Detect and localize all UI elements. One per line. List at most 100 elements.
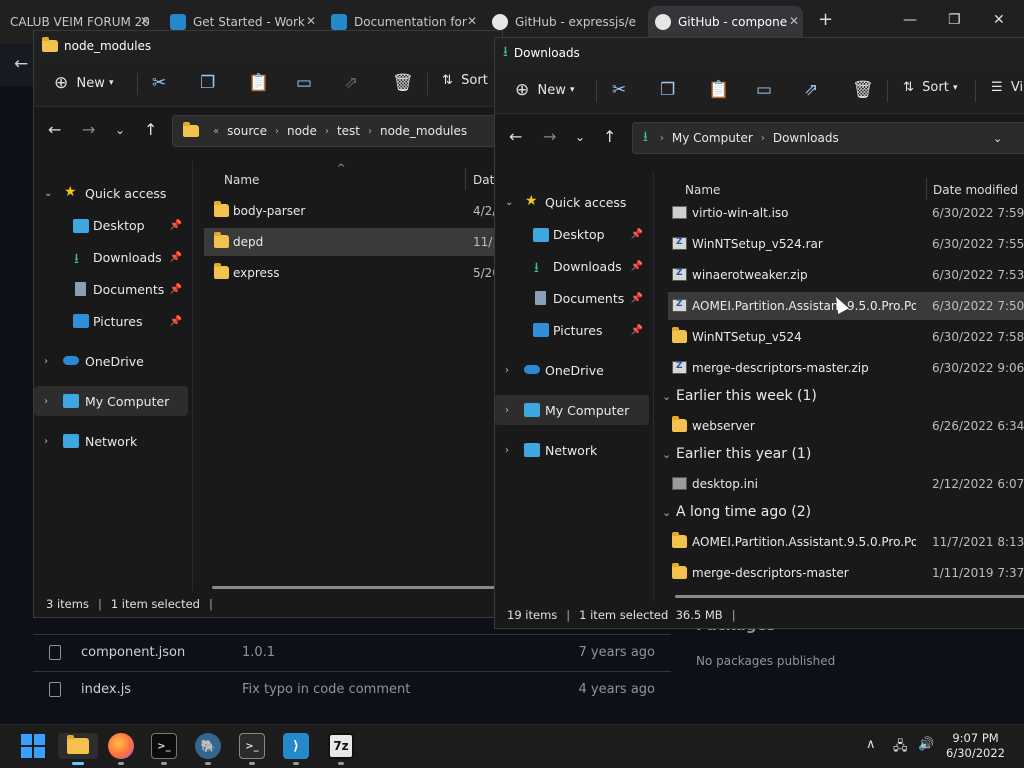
vscode-icon[interactable]: ⟩ (283, 733, 309, 759)
breadcrumb-item[interactable]: Downloads (773, 131, 839, 145)
explorer-window-downloads[interactable]: ⭳ Downloads ⊕ New ▾ ✂ ❐ 📋 ▭ ⇗ 🗑 ⇅ Sort ▾… (494, 37, 1024, 629)
chevron-right-icon[interactable]: › (275, 126, 279, 137)
paste-icon[interactable]: 📋 (708, 80, 729, 100)
new-button[interactable]: ⊕ New ▾ (54, 73, 114, 93)
postgresql-icon[interactable]: 🐘 (195, 733, 221, 759)
share-icon[interactable]: ⇗ (344, 73, 358, 93)
file-row[interactable]: desktop.ini 2/12/2022 6:07 PM (668, 470, 1024, 498)
sort-button[interactable]: ⇅ Sort (442, 73, 488, 88)
browser-tab-5[interactable]: GitHub - compone ✕ (648, 6, 803, 38)
recent-locations-chevron-icon[interactable]: ⌄ (575, 130, 585, 144)
minimize-button[interactable]: — (903, 12, 917, 28)
back-arrow-icon[interactable]: ← (509, 127, 522, 146)
new-button[interactable]: ⊕ New ▾ (515, 80, 575, 100)
horizontal-scrollbar[interactable] (675, 595, 1024, 598)
file-row[interactable]: AOMEI.Partition.Assistant.9.5.0.Pro.Port… (668, 528, 1024, 556)
pin-icon[interactable]: 📌 (170, 252, 182, 263)
breadcrumb-item[interactable]: source (227, 124, 267, 138)
cut-icon[interactable]: ✂ (612, 80, 626, 100)
nav-item-network[interactable]: › Network (34, 426, 188, 456)
file-row[interactable]: express 5/20 (204, 259, 502, 287)
group-header-long-time-ago[interactable]: ⌄ A long time ago (2) (654, 500, 1024, 528)
overflow-chevron-icon[interactable]: « (213, 126, 219, 137)
nav-item-desktop[interactable]: Desktop 📌 (34, 210, 188, 240)
file-row[interactable]: WinNTSetup_v524 6/30/2022 7:58 PM (668, 323, 1024, 351)
chevron-right-icon[interactable]: › (44, 356, 48, 367)
explorer-window-node-modules[interactable]: node_modules ⊕ New ▾ ✂ ❐ 📋 ▭ ⇗ 🗑 ⇅ Sort … (33, 30, 503, 618)
group-header-earlier-this-week[interactable]: ⌄ Earlier this week (1) (654, 384, 1024, 412)
file-row[interactable]: merge-descriptors-master 1/11/2019 7:37 … (668, 559, 1024, 587)
table-row[interactable]: component.json 1.0.1 7 years ago (33, 634, 671, 671)
group-header-earlier-this-year[interactable]: ⌄ Earlier this year (1) (654, 442, 1024, 470)
column-header-name[interactable]: ^ Name (224, 163, 464, 193)
pin-icon[interactable]: 📌 (631, 293, 643, 304)
forward-arrow-icon[interactable]: → (82, 120, 95, 139)
sevenzip-icon[interactable]: 7z (328, 733, 354, 759)
nav-item-quick-access[interactable]: ⌄ ★ Quick access (34, 178, 188, 208)
column-divider[interactable] (926, 178, 927, 200)
chevron-right-icon[interactable]: › (505, 445, 509, 456)
maximize-button[interactable]: ❐ (948, 12, 961, 28)
chevron-right-icon[interactable]: › (505, 405, 509, 416)
nav-item-onedrive[interactable]: › OneDrive (495, 355, 649, 385)
nav-item-pictures[interactable]: Pictures 📌 (34, 306, 188, 336)
pin-icon[interactable]: 📌 (170, 284, 182, 295)
paste-icon[interactable]: 📋 (248, 73, 269, 93)
chevron-down-icon[interactable]: ⌄ (505, 197, 513, 208)
powershell-icon[interactable]: >_ (239, 733, 265, 759)
file-row[interactable]: winaerotweaker.zip 6/30/2022 7:53 PM (668, 261, 1024, 289)
browser-tab-4[interactable]: GitHub - expressjs/e (492, 6, 640, 38)
share-icon[interactable]: ⇗ (804, 80, 818, 100)
file-link[interactable]: component.json (81, 645, 185, 660)
chevron-right-icon[interactable]: › (325, 126, 329, 137)
new-tab-button[interactable]: + (818, 9, 833, 30)
copy-icon[interactable]: ❐ (660, 80, 675, 100)
view-button[interactable]: ☰ Vi (991, 80, 1023, 95)
pin-icon[interactable]: 📌 (631, 261, 643, 272)
close-tab-icon[interactable]: ✕ (467, 14, 477, 28)
title-bar[interactable]: node_modules (34, 31, 502, 61)
clock[interactable]: 9:07 PM 6/30/2022 (946, 731, 1005, 761)
nav-item-documents[interactable]: Documents 📌 (495, 283, 649, 313)
network-icon[interactable]: 🖧 (893, 737, 908, 759)
close-tab-icon[interactable]: ✕ (306, 14, 316, 28)
file-row[interactable]: body-parser 4/2/ (204, 197, 502, 225)
pane-divider[interactable] (192, 161, 193, 591)
nav-item-pictures[interactable]: Pictures 📌 (495, 315, 649, 345)
chevron-right-icon[interactable]: › (505, 365, 509, 376)
horizontal-scrollbar[interactable] (212, 586, 502, 589)
delete-icon[interactable]: 🗑 (392, 73, 414, 93)
chevron-right-icon[interactable]: › (44, 436, 48, 447)
nav-item-downloads[interactable]: ⭳ Downloads 📌 (34, 242, 188, 272)
close-button[interactable]: ✕ (993, 12, 1005, 28)
cut-icon[interactable]: ✂ (152, 73, 166, 93)
file-row[interactable]: WinNTSetup_v524.rar 6/30/2022 7:55 PM (668, 230, 1024, 258)
up-arrow-icon[interactable]: ↑ (603, 127, 616, 146)
pin-icon[interactable]: 📌 (170, 316, 182, 327)
chevron-down-icon[interactable]: ⌄ (44, 188, 52, 199)
chevron-right-icon[interactable]: › (761, 133, 765, 144)
address-bar[interactable]: « source › node › test › node_modules (172, 115, 502, 147)
nav-item-network[interactable]: › Network (495, 435, 649, 465)
nav-item-documents[interactable]: Documents 📌 (34, 274, 188, 304)
file-row[interactable]: webserver 6/26/2022 6:34 PM (668, 412, 1024, 440)
delete-icon[interactable]: 🗑 (852, 80, 874, 100)
copy-icon[interactable]: ❐ (200, 73, 215, 93)
file-link[interactable]: index.js (81, 682, 131, 697)
file-row[interactable]: depd 11/1 (204, 228, 502, 256)
chevron-right-icon[interactable]: › (44, 396, 48, 407)
nav-item-my-computer[interactable]: › My Computer (495, 395, 649, 425)
pin-icon[interactable]: 📌 (631, 229, 643, 240)
firefox-icon[interactable] (108, 733, 134, 759)
start-icon[interactable] (20, 733, 46, 759)
nav-item-quick-access[interactable]: ⌄ ★ Quick access (495, 187, 649, 217)
back-arrow-icon[interactable]: ← (48, 120, 61, 139)
volume-icon[interactable]: 🔊 (918, 737, 934, 752)
file-row[interactable]: merge-descriptors-master.zip 6/30/2022 9… (668, 354, 1024, 382)
terminal-icon[interactable]: >_ (151, 733, 177, 759)
back-arrow-icon[interactable]: ← (14, 54, 28, 74)
breadcrumb-item[interactable]: node (287, 124, 317, 138)
file-explorer-icon[interactable] (58, 733, 98, 759)
breadcrumb-item[interactable]: My Computer (672, 131, 753, 145)
rename-icon[interactable]: ▭ (756, 80, 772, 100)
